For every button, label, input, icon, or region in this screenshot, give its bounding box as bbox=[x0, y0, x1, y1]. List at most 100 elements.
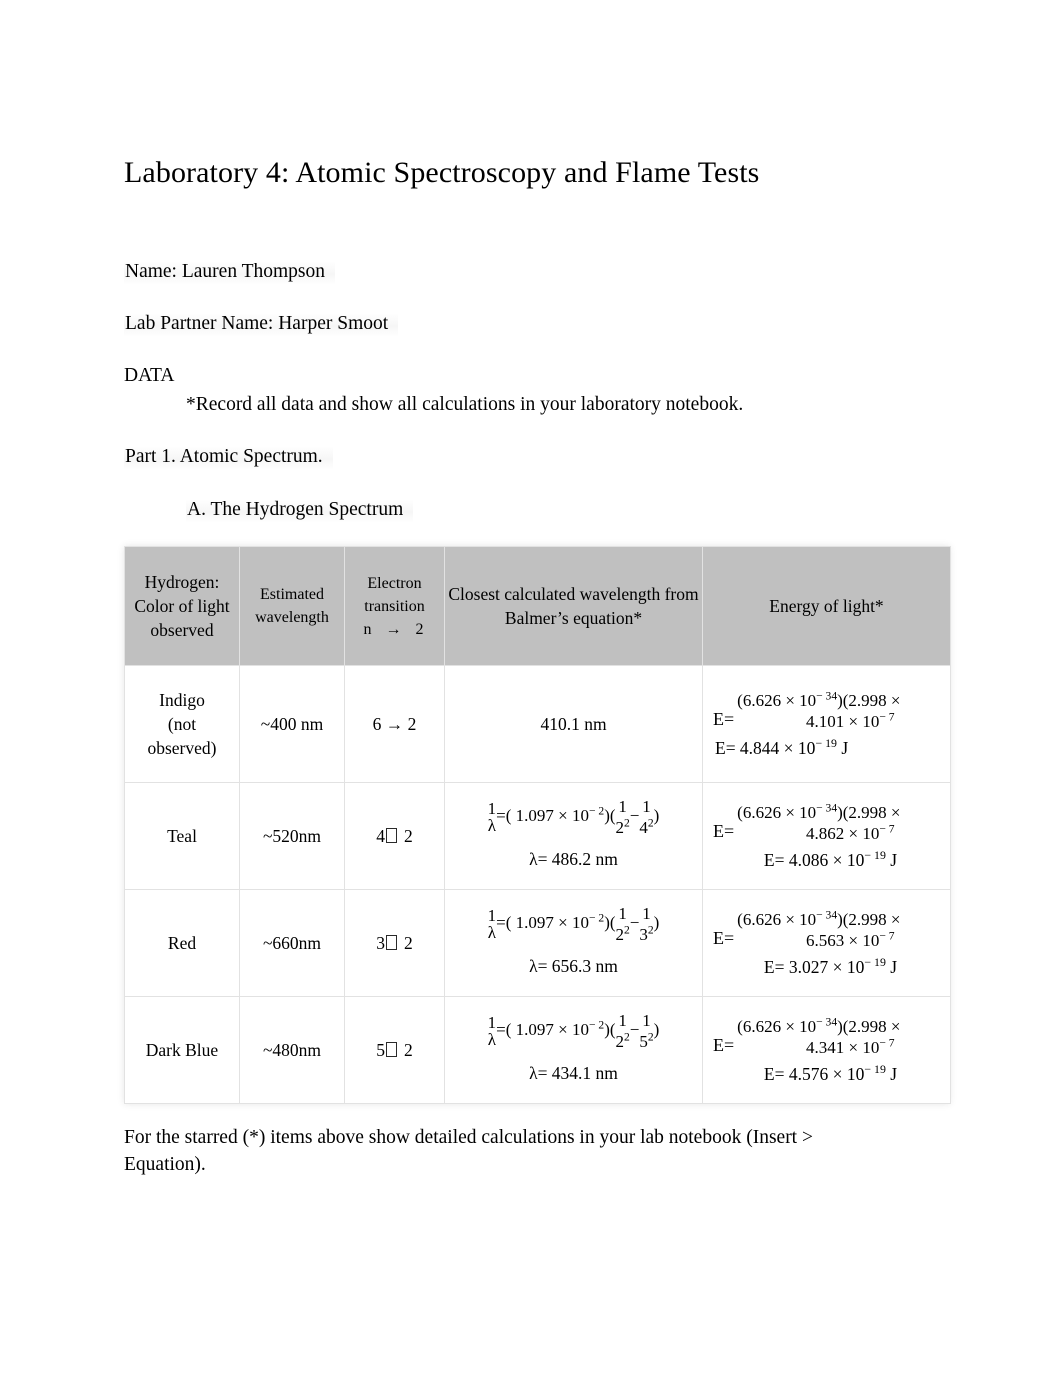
term-1: 1 22 bbox=[615, 797, 630, 837]
cell-electron-transition: 42 bbox=[344, 782, 445, 890]
data-note: *Record all data and show all calculatio… bbox=[186, 394, 744, 415]
transition-target-level: 2 bbox=[415, 620, 426, 638]
color-line1: Indigo bbox=[159, 690, 205, 710]
term-2: 1 52 bbox=[639, 1011, 654, 1051]
one-over-lambda: 1λ bbox=[487, 1013, 497, 1049]
table-row: Indigo (not observed) ~400 nm 6 → 2 410.1 nm E… bbox=[124, 665, 951, 783]
table-row: Dark Blue ~480nm 5 2 1 λ =( 1.097 × 10− 2)(1 22… bbox=[124, 996, 951, 1104]
transition-to: 2 bbox=[404, 933, 413, 953]
term-2: 1 42 bbox=[639, 797, 654, 837]
energy-calculation: E= (6.626 × 10− 34)(2.998 × 4.862 × 10− 7E… bbox=[705, 802, 948, 870]
energy-fraction-row: E= (6.626 × 10− 34)(2.998 × 4.101 × 10− 7 bbox=[713, 690, 948, 732]
cell-estimated-wavelength: ~660nm bbox=[239, 889, 345, 997]
energy-label: E= bbox=[713, 927, 735, 948]
balmer-rhs: =( 1.097 × 10− 2)(1 22−1 32) bbox=[496, 904, 660, 944]
cell-color-observed: Dark Blue bbox=[124, 996, 240, 1104]
term-1: 1 22 bbox=[615, 1011, 630, 1051]
cell-closest-calculated: 410.1 nm bbox=[444, 665, 703, 783]
cell-estimated-wavelength: ~480nm bbox=[239, 996, 345, 1104]
balmer-minus: − bbox=[629, 913, 640, 933]
closest-wavelength-value: 410.1 nm bbox=[540, 714, 607, 734]
missing-glyph-icon bbox=[386, 935, 397, 950]
energy-calculation: E= (6.626 × 10− 34)(2.998 × 6.563 × 10− 7E… bbox=[705, 908, 948, 977]
balmer-minus: − bbox=[629, 1020, 640, 1040]
col-header-electron-transition: Electron transition n → 2 bbox=[344, 546, 445, 666]
missing-glyph-icon bbox=[386, 828, 397, 843]
energy-fraction: (6.626 × 10− 34)(2.998 × 4.341 × 10− 7 bbox=[737, 1016, 900, 1058]
balmer-result: λ= 434.1 nm bbox=[529, 1062, 618, 1083]
table-header: Hydrogen: Color of light observed Estima… bbox=[124, 546, 951, 666]
hydrogen-spectrum-table-wrapper: Hydrogen: Color of light observed Estima… bbox=[124, 546, 951, 1104]
energy-label: E= bbox=[713, 820, 735, 841]
energy-result: E= 4.086 × 10− 19 J bbox=[763, 847, 898, 870]
balmer-minus: − bbox=[629, 806, 640, 826]
energy-fraction-row: E= (6.626 × 10− 34)(2.998 × 4.862 × 10− 7 bbox=[713, 802, 948, 844]
data-heading: DATA bbox=[124, 365, 175, 386]
electron-transition-line2: transition bbox=[364, 597, 425, 615]
energy-fraction-row: E= (6.626 × 10− 34)(2.998 × 6.563 × 10− 7 bbox=[713, 908, 948, 951]
energy-fraction: (6.626 × 10− 34)(2.998 × 4.101 × 10− 7 bbox=[737, 690, 900, 732]
term-2: 1 32 bbox=[639, 904, 654, 944]
color-line3: observed) bbox=[147, 738, 217, 758]
balmer-equation: 1 λ =( 1.097 × 10− 2)(1 22−1 32) bbox=[447, 904, 700, 944]
energy-result: E= 4.844 × 10− 19 J bbox=[715, 735, 849, 758]
cell-energy-of-light: E= (6.626 × 10− 34)(2.998 × 6.563 × 10− 7E… bbox=[702, 889, 951, 997]
cell-electron-transition: 32 bbox=[344, 889, 445, 997]
energy-label: E= bbox=[713, 1034, 735, 1055]
table-row: Teal ~520nm 4 2 1 λ =( 1.097 × 10− 2)(1 22−1 42)… bbox=[124, 782, 951, 890]
part-heading: Part 1. Atomic Spectrum. bbox=[124, 444, 938, 470]
balmer-result: λ= 656.3 nm bbox=[529, 955, 618, 976]
energy-calculation: E= (6.626 × 10− 34)(2.998 × 4.341 × 10− 7E… bbox=[705, 1016, 948, 1084]
transition-from: 3 bbox=[376, 933, 385, 953]
energy-fraction-row: E= (6.626 × 10− 34)(2.998 × 4.341 × 10− 7 bbox=[713, 1016, 948, 1058]
energy-label: E= bbox=[713, 708, 735, 729]
energy-denominator: 4.862 × 10− 7 bbox=[806, 822, 895, 843]
energy-denominator: 4.101 × 10− 7 bbox=[806, 710, 895, 731]
energy-calculation: E= (6.626 × 10− 34)(2.998 × 4.101 × 10− 7E… bbox=[705, 690, 948, 758]
section-heading: A. The Hydrogen Spectrum bbox=[124, 497, 938, 523]
page-title: Laboratory 4: Atomic Spectroscopy and Fl… bbox=[124, 156, 760, 189]
energy-fraction: (6.626 × 10− 34)(2.998 × 6.563 × 10− 7 bbox=[737, 908, 901, 951]
cell-estimated-wavelength: ~400 nm bbox=[239, 665, 345, 783]
cell-color-observed: Teal bbox=[124, 782, 240, 890]
table-row: Red ~660nm 3 2 1 λ =( 1.097 × 10− 2)(1 22−1 32) λ… bbox=[124, 889, 951, 997]
cell-color-observed: Red bbox=[124, 889, 240, 997]
color-line2: (not bbox=[167, 714, 197, 734]
energy-numerator: (6.626 × 10− 34)(2.998 × bbox=[737, 908, 901, 930]
cell-electron-transition: 52 bbox=[344, 996, 445, 1104]
balmer-result: λ= 486.2 nm bbox=[529, 848, 618, 869]
energy-denominator: 6.563 × 10− 7 bbox=[806, 929, 895, 950]
electron-transition-line1: Electron bbox=[367, 574, 422, 592]
cell-closest-calculated: 1 λ =( 1.097 × 10− 2)(1 22−1 52) λ= 434.1 nm bbox=[444, 996, 703, 1104]
cell-energy-of-light: E= (6.626 × 10− 34)(2.998 × 4.341 × 10− 7E… bbox=[702, 996, 951, 1104]
one-over-lambda: 1λ bbox=[487, 906, 497, 942]
balmer-rhs: =( 1.097 × 10− 2)(1 22−1 52) bbox=[496, 1011, 660, 1051]
transition-from: 5 bbox=[376, 1040, 385, 1060]
cell-color-observed: Indigo (not observed) bbox=[124, 665, 240, 783]
arrow-icon: → bbox=[381, 714, 408, 734]
energy-result: E= 4.576 × 10− 19 J bbox=[763, 1061, 898, 1084]
cell-closest-calculated: 1 λ =( 1.097 × 10− 2)(1 22−1 32) λ= 656.3 nm bbox=[444, 889, 703, 997]
hydrogen-spectrum-table: Hydrogen: Color of light observed Estima… bbox=[124, 546, 951, 1104]
transition-to: 2 bbox=[407, 714, 417, 734]
col-header-energy-of-light: Energy of light* bbox=[702, 546, 951, 666]
transition-to: 2 bbox=[404, 1040, 413, 1060]
energy-fraction: (6.626 × 10− 34)(2.998 × 4.862 × 10− 7 bbox=[737, 802, 900, 844]
one-over-lambda: 1λ bbox=[487, 799, 497, 835]
student-name-text: Name: Lauren Thompson bbox=[124, 261, 336, 285]
student-name-line: Name: Lauren Thompson bbox=[124, 259, 938, 285]
balmer-rhs: =( 1.097 × 10− 2)(1 22−1 42) bbox=[496, 797, 660, 837]
lab-partner-line: Lab Partner Name: Harper Smoot bbox=[124, 311, 938, 337]
cell-energy-of-light: E= (6.626 × 10− 34)(2.998 × 4.101 × 10− 7E… bbox=[702, 665, 951, 783]
cell-estimated-wavelength: ~520nm bbox=[239, 782, 345, 890]
document-page: Laboratory 4: Atomic Spectroscopy and Fl… bbox=[0, 0, 1062, 1377]
cell-energy-of-light: E= (6.626 × 10− 34)(2.998 × 4.862 × 10− 7E… bbox=[702, 782, 951, 890]
energy-denominator: 4.341 × 10− 7 bbox=[806, 1036, 895, 1057]
lab-partner-text: Lab Partner Name: Harper Smoot bbox=[124, 313, 399, 337]
document-body: Laboratory 4: Atomic Spectroscopy and Fl… bbox=[124, 150, 951, 1198]
energy-result: E= 3.027 × 10− 19 J bbox=[763, 954, 898, 977]
footnote: For the starred (*) items above show det… bbox=[124, 1127, 813, 1175]
cell-electron-transition: 6 → 2 bbox=[344, 665, 445, 783]
missing-glyph-icon bbox=[386, 1042, 397, 1057]
transition-to: 2 bbox=[404, 826, 413, 846]
